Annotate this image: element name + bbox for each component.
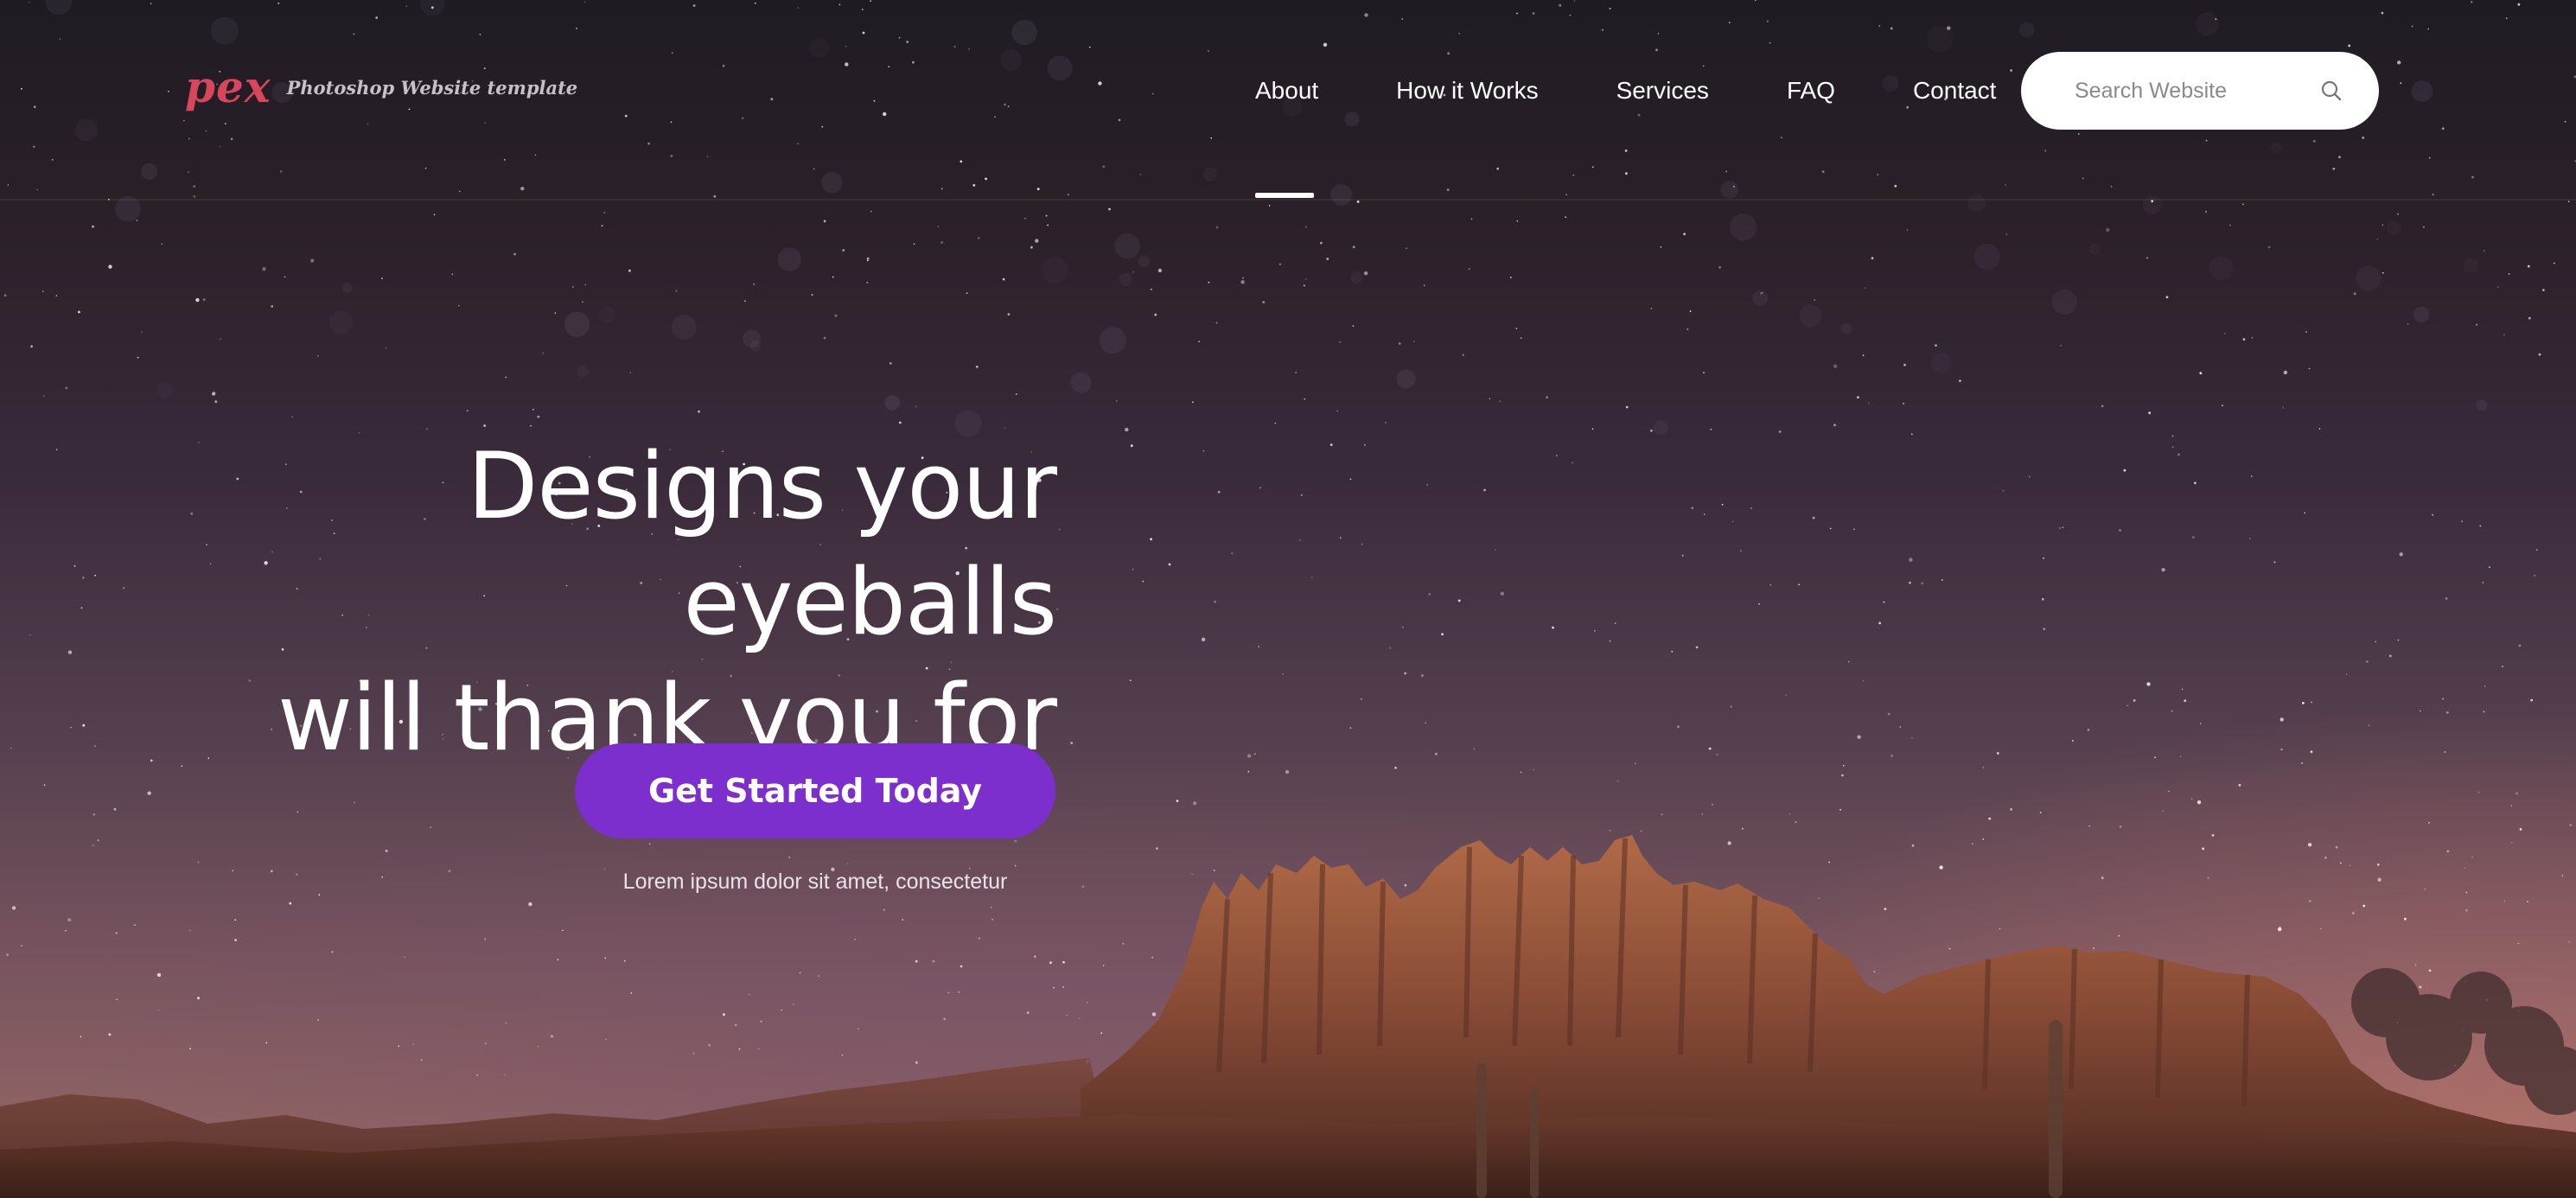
nav-active-indicator [1255, 193, 1314, 198]
header-divider [0, 199, 2576, 201]
nav-item-contact[interactable]: Contact [1913, 74, 1997, 107]
get-started-button[interactable]: Get Started Today [575, 743, 1055, 838]
hero-title-line-1: Designs your eyeballs [467, 433, 1057, 655]
search-input[interactable] [2073, 77, 2306, 105]
cta-subtext: Lorem ipsum dolor sit amet, consectetur [622, 870, 1008, 894]
hero-title: Designs your eyeballs will thank you for [173, 429, 1057, 776]
nav-item-services[interactable]: Services [1616, 74, 1709, 107]
nav-item-faq[interactable]: FAQ [1787, 74, 1835, 107]
logo-tagline: Photoshop Website template [286, 76, 578, 99]
search-icon[interactable] [2318, 78, 2344, 104]
landing-page: pex Photoshop Website template About How… [0, 0, 2576, 1198]
main-nav: About How it Works Services FAQ Contact [1255, 74, 1996, 107]
nav-item-how-it-works[interactable]: How it Works [1396, 74, 1538, 107]
nav-item-about[interactable]: About [1255, 74, 1318, 107]
search-box [2021, 52, 2379, 130]
logo-mark: pex [185, 61, 271, 112]
brand-logo[interactable]: pex Photoshop Website template [185, 66, 577, 109]
